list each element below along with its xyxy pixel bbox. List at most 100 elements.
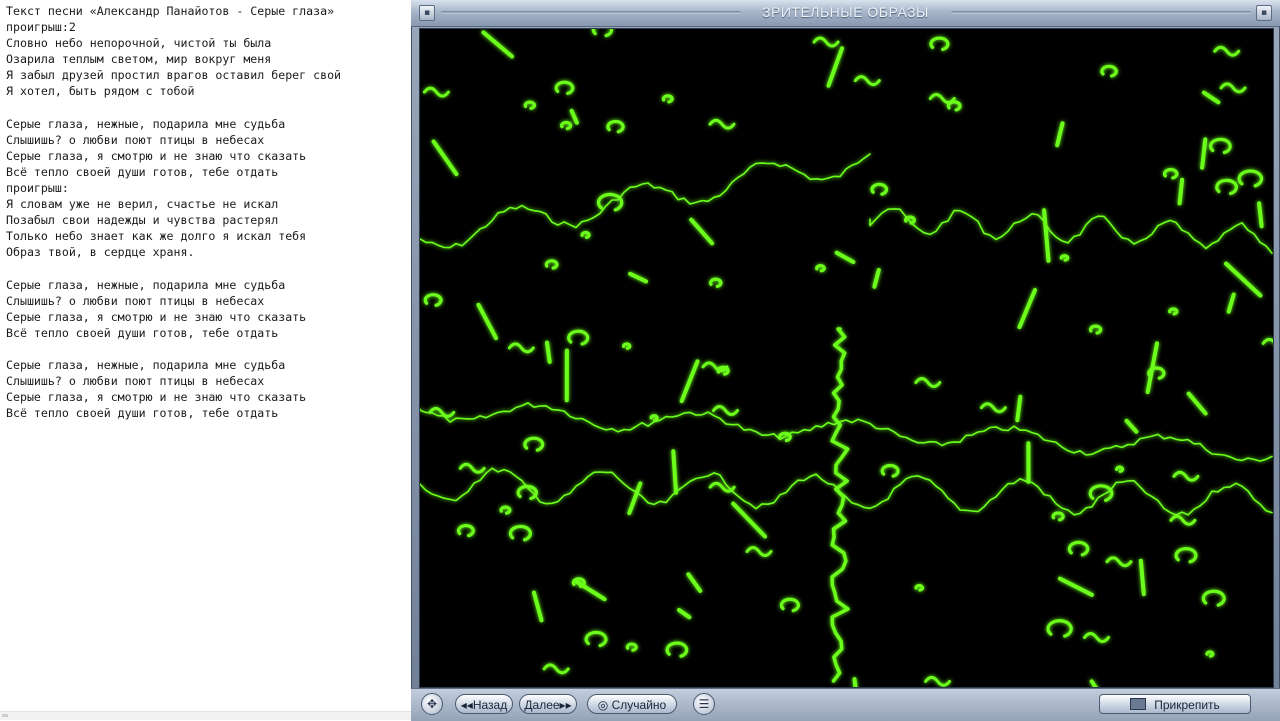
pin-button[interactable]: Прикрепить xyxy=(1099,694,1251,714)
visualization-stroke xyxy=(1259,203,1262,226)
visualization-stroke xyxy=(1174,472,1198,480)
visualization-stroke xyxy=(1263,339,1273,347)
visualization-stroke xyxy=(629,483,640,513)
title-bar-groove-right xyxy=(951,11,1251,14)
visualization-stroke xyxy=(711,279,721,286)
visualization-stroke xyxy=(931,38,948,49)
window-close-icon[interactable]: ▪ xyxy=(1256,5,1272,21)
back-button[interactable]: ◂◂Назад xyxy=(455,694,513,714)
visualization-stroke xyxy=(593,29,611,36)
visualization-stroke xyxy=(1203,591,1224,605)
visualization-stroke xyxy=(544,665,568,673)
visualization-stroke xyxy=(837,253,854,262)
visualization-stroke xyxy=(1127,421,1137,432)
visualization-stroke xyxy=(1215,47,1239,55)
visualization-stroke xyxy=(627,644,636,650)
visualization-stroke xyxy=(733,504,765,537)
visualization-stroke xyxy=(630,274,646,282)
visualization-stroke xyxy=(710,120,734,128)
visualization-stroke xyxy=(1102,66,1116,76)
visualization-stroke xyxy=(916,379,940,387)
horizontal-scrollbar[interactable] xyxy=(0,711,411,720)
visualization-stroke xyxy=(872,184,887,194)
visualization-stroke xyxy=(667,643,687,656)
visualization-stroke xyxy=(572,111,577,123)
title-bar[interactable]: ▪ ЗРИТЕЛЬНЫЕ ОБРАЗЫ ▪ xyxy=(411,0,1280,27)
lyrics-line: Всё тепло своей души готов, тебе отдать xyxy=(6,325,341,341)
visualization-stroke xyxy=(479,305,497,338)
visualization-stroke xyxy=(691,220,712,244)
scrollbar-thumb[interactable] xyxy=(2,714,8,717)
lyrics-text[interactable]: Текст песни «Александр Панайотов - Серые… xyxy=(6,3,341,421)
visualization-stroke xyxy=(832,329,848,681)
lyrics-line: Серые глаза, нежные, подарила мне судьба xyxy=(6,116,341,132)
visualization-stroke xyxy=(1176,549,1196,562)
lyrics-editor[interactable]: Текст песни «Александр Панайотов - Серые… xyxy=(0,0,411,720)
lyrics-line: Серые глаза, нежные, подарила мне судьба xyxy=(6,277,341,293)
visualization-stroke xyxy=(1217,180,1237,193)
visualization-stroke xyxy=(1171,516,1195,524)
lyrics-line: Только небо знает как же долго я искал т… xyxy=(6,228,341,244)
visualization-stroke xyxy=(569,331,588,344)
visualization-stroke xyxy=(1207,652,1213,656)
lyrics-line: Я забыл друзей простил врагов оставил бе… xyxy=(6,67,341,83)
visualization-stroke xyxy=(1117,467,1123,471)
lyrics-line: Серые глаза, я смотрю и не знаю что сказ… xyxy=(6,389,341,405)
visualization-stroke xyxy=(483,32,512,56)
compass-icon[interactable]: ✥ xyxy=(421,693,443,715)
visualization-stroke xyxy=(855,77,879,85)
visualization-stroke xyxy=(916,586,923,591)
pin-button-label: Прикрепить xyxy=(1154,698,1220,712)
lyrics-line: Слышишь? о любви поют птицы в небесах xyxy=(6,373,341,389)
visualization-stroke xyxy=(1189,394,1206,414)
visualization-stroke xyxy=(981,404,1005,412)
visualization-stroke xyxy=(420,154,870,248)
lyrics-line xyxy=(6,261,341,277)
player-controls-bar: ✥ ◂◂Назад Далее▸▸ ◎ Случайно ☰ Прикрепит… xyxy=(411,688,1280,721)
visualization-stroke xyxy=(906,217,915,223)
visualization-stroke xyxy=(546,261,557,268)
lyrics-line: Серые глаза, нежные, подарила мне судьба xyxy=(6,357,341,373)
next-button[interactable]: Далее▸▸ xyxy=(519,694,577,714)
visualization-stroke xyxy=(1020,290,1036,327)
visualization-stroke xyxy=(1044,210,1048,260)
visualization-stroke xyxy=(829,48,843,85)
lyrics-line: Серые глаза, я смотрю и не знаю что сказ… xyxy=(6,309,341,325)
lyrics-line: Позабыл свои надежды и чувства растерял xyxy=(6,212,341,228)
lyrics-line: Я словам уже не верил, счастье не искал xyxy=(6,196,341,212)
visualization-stroke xyxy=(458,526,473,536)
lyrics-line: Серые глаза, я смотрю и не знаю что сказ… xyxy=(6,148,341,164)
menu-icon[interactable]: ☰ xyxy=(693,693,715,715)
lyrics-line: проигрыш: xyxy=(6,180,341,196)
visualization-stroke xyxy=(425,295,441,306)
lyrics-line: Образ твой, в сердце храня. xyxy=(6,244,341,260)
visualization-stroke xyxy=(679,610,689,617)
visualization-stroke xyxy=(534,593,542,621)
visualization-stroke xyxy=(1017,397,1020,421)
visualization-stroke xyxy=(547,343,550,362)
visualization-stroke xyxy=(501,507,510,513)
visualization-stroke xyxy=(1048,621,1071,636)
visualization-stroke xyxy=(562,122,571,128)
visualization-stroke xyxy=(1170,309,1177,314)
shuffle-button[interactable]: ◎ Случайно xyxy=(587,694,677,714)
visualization-stroke xyxy=(1221,84,1245,92)
visualization-canvas xyxy=(419,28,1274,688)
visualization-stroke xyxy=(1226,264,1260,296)
visualization-stroke xyxy=(1061,256,1067,260)
visualization-stroke xyxy=(814,38,838,46)
visualization-stroke xyxy=(1060,579,1092,595)
lyrics-line: Текст песни «Александр Панайотов - Серые… xyxy=(6,3,341,19)
visualization-stroke xyxy=(586,632,606,645)
visualization-stroke xyxy=(1085,634,1109,642)
visualization-stroke xyxy=(1057,123,1062,145)
lyrics-line: проигрыш:2 xyxy=(6,19,341,35)
visualization-stroke xyxy=(714,407,738,415)
visualization-graphic xyxy=(420,29,1273,687)
visualization-stroke xyxy=(1165,170,1177,178)
visualization-stroke xyxy=(525,438,543,450)
visualization-stroke xyxy=(1239,171,1261,186)
visualization-stroke xyxy=(688,574,700,591)
visualization-stroke xyxy=(424,88,448,96)
lyrics-line: Словно небо непорочной, чистой ты была xyxy=(6,35,341,51)
